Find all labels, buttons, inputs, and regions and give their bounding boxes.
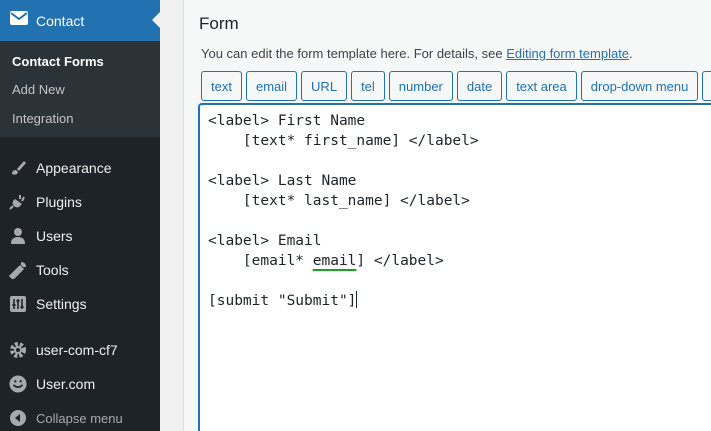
menu-plugins-label: Plugins xyxy=(36,194,82,210)
page-title: Form xyxy=(199,14,239,33)
code-line: ] </label> xyxy=(356,253,444,269)
admin-sidebar: Contact Contact Forms Add New Integratio… xyxy=(0,0,160,431)
menu-usercom-label: User.com xyxy=(36,376,96,392)
tag-date-button[interactable]: date xyxy=(456,71,503,101)
plug-icon xyxy=(9,193,27,211)
code-line: [email* xyxy=(208,253,313,269)
menu-appearance-label: Appearance xyxy=(36,160,112,176)
form-template-textarea[interactable]: <label> First Name [text* first_name] </… xyxy=(198,103,711,431)
current-indicator xyxy=(152,12,160,28)
tag-text-button[interactable]: text xyxy=(201,71,242,101)
code-line: [text* last_name] </label> xyxy=(208,193,470,209)
code-line: [submit "Submit"] xyxy=(208,293,357,309)
gear-icon xyxy=(9,341,27,359)
submenu-add-new[interactable]: Add New xyxy=(12,82,65,97)
tag-textarea-button[interactable]: text area xyxy=(506,71,577,101)
menu-contact[interactable]: Contact xyxy=(0,0,160,41)
tag-dropdown-button[interactable]: drop-down menu xyxy=(580,71,699,101)
menu-contact-label: Contact xyxy=(36,12,85,29)
settings-icon xyxy=(9,295,27,313)
description-suffix: . xyxy=(629,46,633,61)
menu-users-label: Users xyxy=(36,228,73,244)
form-template-code: <label> First Name [text* first_name] </… xyxy=(208,111,479,311)
tag-generator-toolbar: text email URL tel number date text area… xyxy=(201,71,711,101)
form-description: You can edit the form template here. For… xyxy=(201,46,633,61)
spellcheck-word: email xyxy=(312,253,357,269)
text-caret xyxy=(356,291,358,308)
menu-settings[interactable]: Settings xyxy=(0,287,160,321)
user-icon xyxy=(9,227,27,245)
collapse-menu-button[interactable]: Collapse menu xyxy=(0,401,160,431)
tag-tel-button[interactable]: tel xyxy=(351,71,385,101)
code-line: <label> Last Name xyxy=(208,173,357,189)
collapse-menu-label: Collapse menu xyxy=(36,410,123,426)
menu-settings-label: Settings xyxy=(36,296,87,312)
paintbrush-icon xyxy=(9,159,27,177)
menu-tools-label: Tools xyxy=(36,262,69,278)
tag-checkbox-button[interactable]: che xyxy=(702,71,711,101)
menu-user-com-cf7-label: user-com-cf7 xyxy=(36,342,118,358)
menu-users[interactable]: Users xyxy=(0,219,160,253)
contact-submenu: Contact Forms Add New Integration xyxy=(0,41,160,137)
menu-usercom[interactable]: User.com xyxy=(0,367,160,401)
usercom-logo-icon xyxy=(9,375,27,393)
code-line: <label> First Name xyxy=(208,113,366,129)
description-text: You can edit the form template here. For… xyxy=(201,46,507,61)
code-line: [text* first_name] </label> xyxy=(208,133,479,149)
menu-appearance[interactable]: Appearance xyxy=(0,151,160,185)
tag-url-button[interactable]: URL xyxy=(301,71,348,101)
submenu-integration[interactable]: Integration xyxy=(12,111,73,126)
menu-tools[interactable]: Tools xyxy=(0,253,160,287)
editing-form-template-link[interactable]: Editing form template xyxy=(506,46,629,61)
content-gutter xyxy=(160,0,184,431)
menu-plugins[interactable]: Plugins xyxy=(0,185,160,219)
tag-number-button[interactable]: number xyxy=(388,71,453,101)
wrench-icon xyxy=(9,261,27,279)
menu-user-com-cf7[interactable]: user-com-cf7 xyxy=(0,333,160,367)
envelope-icon xyxy=(10,11,28,30)
code-line: <label> Email xyxy=(208,233,322,249)
tag-email-button[interactable]: email xyxy=(245,71,298,101)
form-panel: Form You can edit the form template here… xyxy=(184,0,711,431)
submenu-contact-forms[interactable]: Contact Forms xyxy=(12,54,104,69)
collapse-arrow-icon xyxy=(9,409,27,427)
